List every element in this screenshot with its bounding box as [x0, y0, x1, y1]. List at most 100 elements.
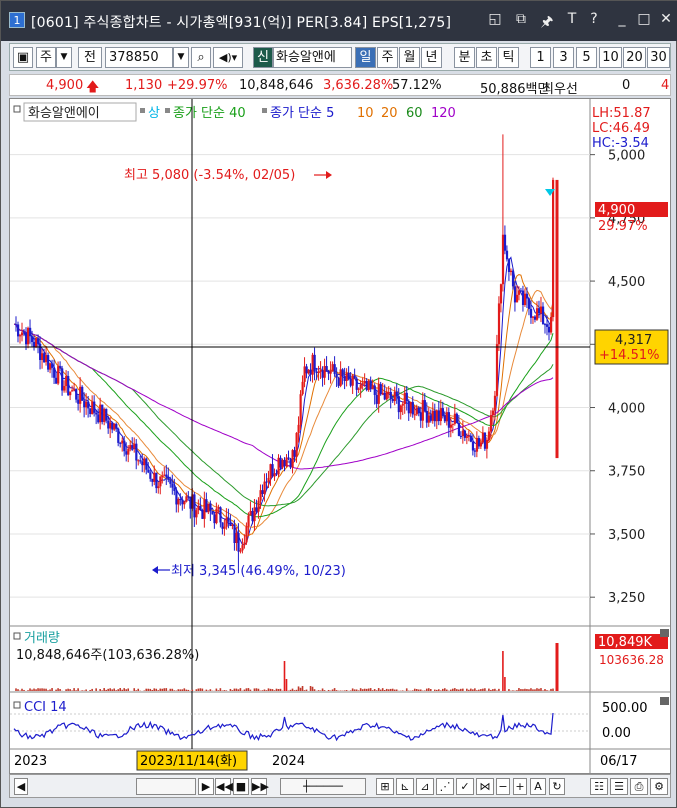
stop-icon[interactable]: ■: [233, 778, 249, 795]
font-icon[interactable]: T: [563, 11, 581, 27]
price-chart[interactable]: 5,0004,7504,5004,2504,0003,7503,5003,250…: [10, 99, 671, 774]
interval-20-button[interactable]: 20: [623, 47, 646, 68]
candle-body: [259, 490, 262, 501]
stock-name-field[interactable]: 화승알앤에: [273, 47, 352, 68]
cursor-tool-icon[interactable]: ⊾: [396, 778, 414, 795]
candle-body: [269, 464, 272, 478]
period-week-tab[interactable]: 주: [377, 47, 398, 68]
volume-bar: [197, 688, 200, 691]
chart-area[interactable]: 5,0004,7504,5004,2504,0003,7503,5003,250…: [9, 98, 671, 774]
copy-window-icon[interactable]: ⧉: [512, 11, 530, 27]
sound-icon[interactable]: ◀)▾: [213, 47, 243, 68]
candle-body: [285, 457, 288, 467]
price-change: 1,130: [125, 78, 163, 93]
candle-body: [395, 391, 398, 397]
market-dropdown-icon[interactable]: ▼: [56, 47, 72, 68]
scroll-thumb[interactable]: [136, 778, 196, 795]
volume-bar: [534, 689, 536, 691]
volume-bar: [540, 688, 542, 691]
trend-tool-icon[interactable]: ✓: [456, 778, 474, 795]
period-second-tab[interactable]: 초: [476, 47, 497, 68]
candle-body: [289, 458, 292, 468]
help-icon[interactable]: ?: [585, 11, 603, 27]
candle-body: [199, 505, 202, 511]
line-tool-icon[interactable]: ⊿: [416, 778, 434, 795]
volume-bar: [484, 688, 486, 691]
period-minute-tab[interactable]: 분: [454, 47, 475, 68]
candle-body: [319, 370, 322, 372]
candle-body: [235, 532, 238, 544]
pin-icon[interactable]: 🖈: [538, 11, 556, 35]
title-bar[interactable]: 1 [0601] 주식종합차트 - 시가총액[931(억)] PER[3.84]…: [1, 1, 677, 41]
volume-bar: [113, 688, 115, 691]
x-label-date: 06/17: [600, 754, 637, 769]
volume-bar: [279, 688, 282, 691]
prev-button[interactable]: 전: [78, 47, 102, 68]
period-year-tab[interactable]: 년: [421, 47, 442, 68]
candle-body: [447, 412, 451, 428]
interval-10-button[interactable]: 10: [599, 47, 622, 68]
scroll-left-icon[interactable]: ◀: [14, 778, 28, 795]
candle-body: [327, 370, 330, 374]
interval-30-button[interactable]: 30: [647, 47, 670, 68]
volume-bar: [452, 688, 454, 691]
candle-body: [469, 435, 473, 442]
interval-1-button[interactable]: 1: [530, 47, 551, 68]
search-icon[interactable]: ⌕: [191, 47, 211, 68]
last-volume-bar: [555, 643, 559, 691]
drawing-icon[interactable]: ⊞: [376, 778, 394, 795]
info-lh: LH:51.87: [592, 106, 651, 121]
interval-3-button[interactable]: 3: [553, 47, 574, 68]
volume-bar: [375, 690, 378, 691]
period-day-tab[interactable]: 일: [355, 47, 376, 68]
maximize-icon[interactable]: □: [635, 11, 653, 27]
candle-body: [257, 500, 260, 512]
zoom-in-icon[interactable]: +: [513, 778, 527, 795]
interval-5-button[interactable]: 5: [576, 47, 597, 68]
stock-code-input[interactable]: 378850: [105, 47, 173, 68]
fib-tool-icon[interactable]: ⋰: [436, 778, 454, 795]
print-icon[interactable]: ⎙: [630, 778, 648, 795]
candle-body: [437, 410, 440, 422]
volume-bar: [502, 651, 504, 691]
code-dropdown-icon[interactable]: ▼: [173, 47, 189, 68]
minimize-icon[interactable]: _: [613, 11, 631, 27]
period-tick-tab[interactable]: 틱: [498, 47, 519, 68]
candle-body: [213, 514, 216, 524]
layout-grid-icon[interactable]: ☷: [590, 778, 608, 795]
volume-bar: [147, 688, 150, 691]
candle-body: [101, 404, 104, 422]
rewind-icon[interactable]: ◀◀: [215, 778, 233, 795]
candle-body: [509, 270, 513, 273]
candle-body: [405, 392, 408, 402]
low-annotation: 최저 3,345 (46.49%, 10/23): [152, 564, 346, 579]
volume-bar: [343, 690, 346, 691]
candle-body: [331, 364, 334, 372]
close-icon[interactable]: ✕: [657, 11, 675, 27]
zoom-out-icon[interactable]: −: [496, 778, 510, 795]
volume-bar: [357, 690, 360, 691]
volume-bar: [498, 688, 500, 691]
volume-bar: [363, 688, 366, 691]
volume-bar: [219, 688, 222, 691]
table-icon[interactable]: ☰: [610, 778, 628, 795]
x-label-2024: 2024: [272, 754, 305, 769]
market-select[interactable]: 주: [36, 47, 56, 68]
candle-body: [219, 507, 222, 523]
candle-body: [381, 392, 384, 395]
scroll-right-icon[interactable]: ▶: [198, 778, 214, 795]
ruler-tool-icon[interactable]: ⋈: [476, 778, 494, 795]
fast-forward-icon[interactable]: ▶▶: [251, 778, 269, 795]
zoom-slider[interactable]: ┼─────: [280, 778, 366, 795]
volume-bar: [293, 690, 296, 691]
layout-icon[interactable]: ◱: [486, 11, 504, 27]
candle-body: [379, 384, 382, 395]
refresh-icon[interactable]: ↻: [549, 778, 565, 795]
candle-body: [535, 308, 539, 320]
candle-body: [445, 412, 449, 422]
period-month-tab[interactable]: 월: [399, 47, 420, 68]
chart-settings-icon[interactable]: ▣: [13, 47, 33, 68]
settings-icon[interactable]: ⚙: [650, 778, 668, 795]
volume-tag-value: 10,849K: [598, 635, 652, 650]
text-tool-icon[interactable]: A: [530, 778, 546, 795]
